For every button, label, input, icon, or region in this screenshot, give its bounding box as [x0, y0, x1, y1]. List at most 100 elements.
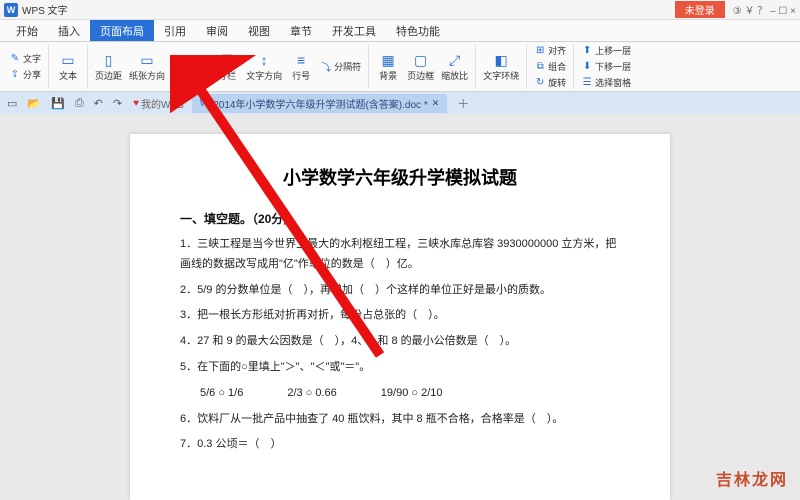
ribbon-border-label: 页边框 — [407, 69, 434, 82]
close-icon[interactable]: ✕ — [432, 98, 440, 109]
doc-tab-icon: W — [200, 98, 209, 109]
bg-icon: ▦ — [379, 51, 397, 69]
ribbon-share-label: 分享 — [23, 68, 41, 81]
menu-special[interactable]: 特色功能 — [386, 20, 450, 41]
ribbon-orientation[interactable]: ▭纸张方向 — [126, 50, 168, 83]
menu-review[interactable]: 审阅 — [196, 20, 238, 41]
orientation-icon: ▭ — [138, 51, 156, 69]
workspace: 小学数学六年级升学模拟试题 一、填空题。（20分） 1．三峡工程是当今世界上最大… — [0, 114, 800, 500]
tab-save-icon[interactable]: 💾 — [48, 97, 68, 110]
tab-open-icon[interactable]: 📂 — [24, 97, 44, 110]
question-5-row: 5/6 ○ 1/6 2/3 ○ 0.66 19/90 ○ 2/10 — [180, 384, 620, 404]
heart-icon: ♥ — [133, 98, 139, 109]
ribbon-columns-label: 分栏 — [218, 69, 236, 82]
menu-bar: 开始 插入 页面布局 引用 审阅 视图 章节 开发工具 特色功能 — [0, 20, 800, 42]
menu-references[interactable]: 引用 — [154, 20, 196, 41]
ribbon-orientation-label: 纸张方向 — [129, 69, 165, 82]
add-tab-button[interactable]: ＋ — [451, 95, 475, 112]
breaks-icon: ⤵ — [320, 61, 332, 73]
tab-mywps-label: 我的WPS — [141, 96, 184, 111]
ribbon-text-dir[interactable]: ↕文字方向 — [243, 50, 285, 83]
ribbon-margins[interactable]: ▯页边距 — [92, 50, 125, 83]
tab-print-icon[interactable]: ⎙ — [72, 97, 87, 110]
menu-home[interactable]: 开始 — [6, 20, 48, 41]
ribbon-size-label: 纸张大小 — [172, 69, 208, 82]
ribbon-border[interactable]: ▢页边框 — [404, 50, 437, 83]
ribbon-linenum[interactable]: ≡行号 — [286, 50, 316, 83]
align-icon: ⊞ — [534, 45, 546, 57]
app-title: WPS 文字 — [22, 2, 68, 17]
border-icon: ▢ — [412, 51, 430, 69]
ribbon-textbox-label: 文本 — [59, 69, 77, 82]
question-4: 4．27 和 9 的最大公因数是（ ），4、6 和 8 的最小公倍数是（ ）。 — [180, 332, 620, 352]
login-button[interactable]: 未登录 — [675, 1, 725, 18]
ribbon: ✎文字 ⇪分享 ▭文本 ▯页边距 ▭纸张方向 ▯纸张大小 ☰分栏 ↕文字方向 ≡… — [0, 42, 800, 92]
ribbon-breaks[interactable]: ⤵分隔符 — [317, 59, 364, 74]
ribbon-group-label: 组合 — [548, 60, 566, 73]
question-5: 5．在下面的○里填上"＞"、"＜"或"＝"。 — [180, 358, 620, 378]
margins-icon: ▯ — [100, 51, 118, 69]
ribbon-selection-label: 选择窗格 — [595, 76, 631, 89]
document-tab[interactable]: W 2014年小学数学六年级升学测试题(含答案).doc * ✕ — [192, 94, 447, 113]
ribbon-wrap[interactable]: ◧文字环绕 — [480, 50, 522, 83]
ribbon-forward[interactable]: ⬆上移一层 — [578, 43, 634, 58]
tab-new-icon[interactable]: ▭ — [4, 97, 20, 110]
ribbon-textbox[interactable]: ▭文本 — [53, 50, 83, 83]
question-2: 2．5/9 的分数单位是（ ），再增加（ ）个这样的单位正好是最小的质数。 — [180, 281, 620, 301]
ribbon-share[interactable]: ⇪分享 — [6, 67, 44, 82]
ribbon-selection[interactable]: ☰选择窗格 — [578, 75, 634, 90]
ribbon-linenum-label: 行号 — [292, 69, 310, 82]
scale-icon: ⤢ — [446, 51, 464, 69]
ribbon-group-btn[interactable]: ⧉组合 — [531, 59, 569, 74]
share-icon: ⇪ — [9, 69, 21, 81]
backward-icon: ⬇ — [581, 61, 593, 73]
selection-icon: ☰ — [581, 77, 593, 89]
app-icon: W — [4, 3, 18, 17]
ribbon-align[interactable]: ⊞对齐 — [531, 43, 569, 58]
tab-redo-icon[interactable]: ↷ — [110, 97, 125, 110]
forward-icon: ⬆ — [581, 45, 593, 57]
ribbon-backward-label: 下移一层 — [595, 60, 631, 73]
ribbon-bg[interactable]: ▦背景 — [373, 50, 403, 83]
ribbon-size[interactable]: ▯纸张大小 — [169, 50, 211, 83]
question-7: 7．0.3 公顷＝（ ） — [180, 435, 620, 455]
ribbon-textdir-label: 文字方向 — [246, 69, 282, 82]
window-controls[interactable]: ③ ￥ ？ – ☐ × — [733, 2, 796, 17]
ribbon-wrap-label: 文字环绕 — [483, 69, 519, 82]
text-icon: ✎ — [9, 53, 21, 65]
ribbon-align-label: 对齐 — [548, 44, 566, 57]
textdir-icon: ↕ — [255, 51, 273, 69]
group-icon: ⧉ — [534, 61, 546, 73]
ribbon-scale-label: 缩放比 — [441, 69, 468, 82]
columns-icon: ☰ — [218, 51, 236, 69]
question-3: 3．把一根长方形纸对折再对折，每份占总张的（ ）。 — [180, 306, 620, 326]
document-title: 小学数学六年级升学模拟试题 — [180, 164, 620, 190]
textbox-icon: ▭ — [59, 51, 77, 69]
tabbar: ▭ 📂 💾 ⎙ ↶ ↷ ♥我的WPS W 2014年小学数学六年级升学测试题(含… — [0, 92, 800, 114]
wrap-icon: ◧ — [492, 51, 510, 69]
question-6: 6．饮料厂从一批产品中抽查了 40 瓶饮料，其中 8 瓶不合格，合格率是（ ）。 — [180, 410, 620, 430]
ribbon-columns[interactable]: ☰分栏 — [212, 50, 242, 83]
menu-page-layout[interactable]: 页面布局 — [90, 20, 154, 41]
menu-devtools[interactable]: 开发工具 — [322, 20, 386, 41]
ribbon-forward-label: 上移一层 — [595, 44, 631, 57]
tab-mywps[interactable]: ♥我的WPS — [129, 96, 188, 111]
ribbon-scale[interactable]: ⤢缩放比 — [438, 50, 471, 83]
rotate-icon: ↻ — [534, 77, 546, 89]
ribbon-text-label: 文字 — [23, 52, 41, 65]
menu-insert[interactable]: 插入 — [48, 20, 90, 41]
ribbon-margins-label: 页边距 — [95, 69, 122, 82]
ribbon-rotate[interactable]: ↻旋转 — [531, 75, 569, 90]
ribbon-breaks-label: 分隔符 — [334, 60, 361, 73]
ribbon-text[interactable]: ✎文字 — [6, 51, 44, 66]
tab-undo-icon[interactable]: ↶ — [91, 97, 106, 110]
ribbon-backward[interactable]: ⬇下移一层 — [578, 59, 634, 74]
question-1: 1．三峡工程是当今世界上最大的水利枢纽工程，三峡水库总库容 3930000000… — [180, 235, 620, 275]
ribbon-bg-label: 背景 — [379, 69, 397, 82]
menu-section[interactable]: 章节 — [280, 20, 322, 41]
linenum-icon: ≡ — [292, 51, 310, 69]
document-page: 小学数学六年级升学模拟试题 一、填空题。（20分） 1．三峡工程是当今世界上最大… — [130, 134, 670, 500]
menu-view[interactable]: 视图 — [238, 20, 280, 41]
ribbon-rotate-label: 旋转 — [548, 76, 566, 89]
size-icon: ▯ — [181, 51, 199, 69]
